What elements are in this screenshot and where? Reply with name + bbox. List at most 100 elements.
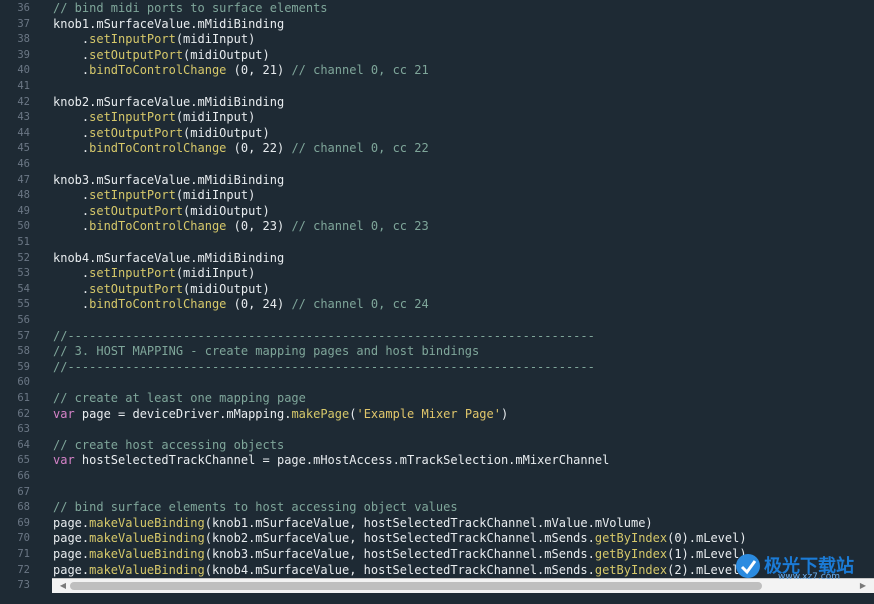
line-number: 61 <box>17 392 30 404</box>
code-text: page.makeValueBinding(knob1.mSurfaceValu… <box>53 516 653 532</box>
code-token-keyword: var <box>53 406 75 421</box>
code-text: // create host accessing objects <box>53 438 284 454</box>
line-number: 39 <box>17 48 30 61</box>
line-number: 63 <box>17 423 30 436</box>
code-token-method: makeValueBinding <box>89 515 205 530</box>
line-number: 38 <box>17 33 30 46</box>
line-number: 72 <box>17 563 30 576</box>
code-token-plain: knob1.mSurfaceValue.mMidiBinding <box>53 16 285 31</box>
code-line[interactable]: 39 .setOutputPort(midiOutput) <box>0 48 874 64</box>
code-line[interactable]: 52 knob4.mSurfaceValue.mMidiBinding <box>0 251 874 267</box>
code-token-plain: (2).mLevel) <box>667 562 747 577</box>
code-editor[interactable]: 36 // bind midi ports to surface elements… <box>0 0 874 604</box>
line-number: 57 <box>17 329 30 342</box>
code-line[interactable]: 48 .setInputPort(midiInput) <box>0 188 874 204</box>
code-text: page.makeValueBinding(knob2.mSurfaceValu… <box>53 531 747 547</box>
scroll-left-arrow-icon[interactable]: ◀ <box>58 581 68 591</box>
code-text: var page = deviceDriver.mMapping.makePag… <box>53 407 508 423</box>
code-line[interactable]: 36 // bind midi ports to surface elements <box>0 1 874 17</box>
line-number: 45 <box>17 142 30 155</box>
code-token-plain: (knob3.mSurfaceValue, hostSelectedTrackC… <box>204 547 595 561</box>
code-line[interactable]: 45 .bindToControlChange (0, 22) // chann… <box>0 141 874 157</box>
code-token-plain: (midiInput) <box>175 188 256 203</box>
code-token-plain: . <box>53 266 90 281</box>
code-line[interactable]: 51 <box>0 235 874 251</box>
code-token-method: makePage <box>291 406 350 421</box>
code-token-plain: . <box>53 63 90 78</box>
code-line[interactable]: 68 // bind surface elements to host acces… <box>0 500 874 516</box>
code-line[interactable]: 71 page.makeValueBinding(knob3.mSurfaceVa… <box>0 547 874 563</box>
code-token-plain: (midiOutput) <box>183 125 270 140</box>
code-line[interactable]: 56 <box>0 313 874 329</box>
code-token-plain: (0).mLevel) <box>667 531 747 546</box>
code-line[interactable]: 69 page.makeValueBinding(knob1.mSurfaceVa… <box>0 516 874 532</box>
code-line[interactable]: 53 .setInputPort(midiInput) <box>0 266 874 282</box>
code-text: .setInputPort(midiInput) <box>53 32 255 48</box>
line-number: 54 <box>17 282 30 295</box>
code-line[interactable]: 43 .setInputPort(midiInput) <box>0 110 874 126</box>
code-line[interactable]: 38 .setInputPort(midiInput) <box>0 32 874 48</box>
code-token-plain: page. <box>53 531 90 546</box>
code-token-plain: page. <box>53 547 90 561</box>
code-text: // bind midi ports to surface elements <box>53 1 328 17</box>
code-token-method: bindToControlChange <box>89 141 227 156</box>
code-line[interactable]: 47 knob3.mSurfaceValue.mMidiBinding <box>0 173 874 189</box>
line-number: 59 <box>17 360 30 373</box>
code-token-method: setOutputPort <box>89 47 184 62</box>
code-token-plain: knob2.mSurfaceValue.mMidiBinding <box>53 94 285 109</box>
code-token-plain: (midiInput) <box>175 266 256 281</box>
code-line[interactable]: 40 .bindToControlChange (0, 21) // chann… <box>0 63 874 79</box>
horizontal-scrollbar[interactable]: ◀ ▶ <box>52 578 874 593</box>
code-line[interactable]: 49 .setOutputPort(midiOutput) <box>0 204 874 220</box>
code-text: // bind surface elements to host accessi… <box>53 500 458 516</box>
line-number: 43 <box>17 111 30 124</box>
line-number: 50 <box>17 220 30 233</box>
code-token-method: bindToControlChange <box>89 297 227 312</box>
code-token-method: bindToControlChange <box>89 63 227 78</box>
code-text: .bindToControlChange (0, 23) // channel … <box>53 219 429 235</box>
code-token-plain: page. <box>53 562 90 577</box>
code-line[interactable]: 65 var hostSelectedTrackChannel = page.mH… <box>0 453 874 469</box>
code-line[interactable]: 60 <box>0 375 874 391</box>
code-line[interactable]: 67 <box>0 485 874 501</box>
code-text: .setOutputPort(midiOutput) <box>53 126 270 142</box>
code-line[interactable]: 70 page.makeValueBinding(knob2.mSurfaceVa… <box>0 531 874 547</box>
code-token-plain: (midiInput) <box>175 110 256 125</box>
code-line[interactable]: 72 page.makeValueBinding(knob4.mSurfaceVa… <box>0 563 874 579</box>
code-token-plain: . <box>53 125 90 140</box>
line-number: 65 <box>17 454 30 467</box>
scrollbar-thumb[interactable] <box>70 582 762 590</box>
code-token-method: setOutputPort <box>89 125 184 140</box>
code-line[interactable]: 57 //------------------------------------… <box>0 329 874 345</box>
code-line[interactable]: 58 // 3. HOST MAPPING - create mapping pa… <box>0 344 874 360</box>
code-text: .setOutputPort(midiOutput) <box>53 204 270 220</box>
line-number: 60 <box>17 376 30 389</box>
scroll-right-arrow-icon[interactable]: ▶ <box>858 581 868 591</box>
code-token-plain: hostSelectedTrackChannel = page.mHostAcc… <box>74 453 610 468</box>
code-line[interactable]: 44 .setOutputPort(midiOutput) <box>0 126 874 142</box>
code-token-method: getByIndex <box>594 531 668 546</box>
code-line[interactable]: 55 .bindToControlChange (0, 24) // chann… <box>0 297 874 313</box>
code-line[interactable]: 64 // create host accessing objects <box>0 438 874 454</box>
code-token-plain: page = deviceDriver.mMapping. <box>74 406 292 421</box>
code-token-comment: // channel 0, cc 23 <box>291 219 429 234</box>
code-line[interactable]: 66 <box>0 469 874 485</box>
line-number: 73 <box>17 579 30 592</box>
code-line[interactable]: 37 knob1.mSurfaceValue.mMidiBinding <box>0 17 874 33</box>
line-number: 44 <box>17 126 30 139</box>
code-token-plain: (knob4.mSurfaceValue, hostSelectedTrackC… <box>204 562 595 577</box>
code-token-plain: (0, 24) <box>226 297 292 312</box>
code-line[interactable]: 46 <box>0 157 874 173</box>
code-line[interactable]: 63 <box>0 422 874 438</box>
code-text: knob3.mSurfaceValue.mMidiBinding <box>53 173 284 189</box>
code-line[interactable]: 42 knob2.mSurfaceValue.mMidiBinding <box>0 95 874 111</box>
code-line[interactable]: 54 .setOutputPort(midiOutput) <box>0 282 874 298</box>
code-line[interactable]: 50 .bindToControlChange (0, 23) // chann… <box>0 219 874 235</box>
code-line[interactable]: 41 <box>0 79 874 95</box>
code-text: knob4.mSurfaceValue.mMidiBinding <box>53 251 284 267</box>
code-token-comment: // create at least one mapping page <box>53 391 306 405</box>
line-number: 49 <box>17 204 30 217</box>
code-line[interactable]: 59 //------------------------------------… <box>0 360 874 376</box>
code-line[interactable]: 62 var page = deviceDriver.mMapping.makeP… <box>0 407 874 423</box>
code-line[interactable]: 61 // create at least one mapping page <box>0 391 874 407</box>
